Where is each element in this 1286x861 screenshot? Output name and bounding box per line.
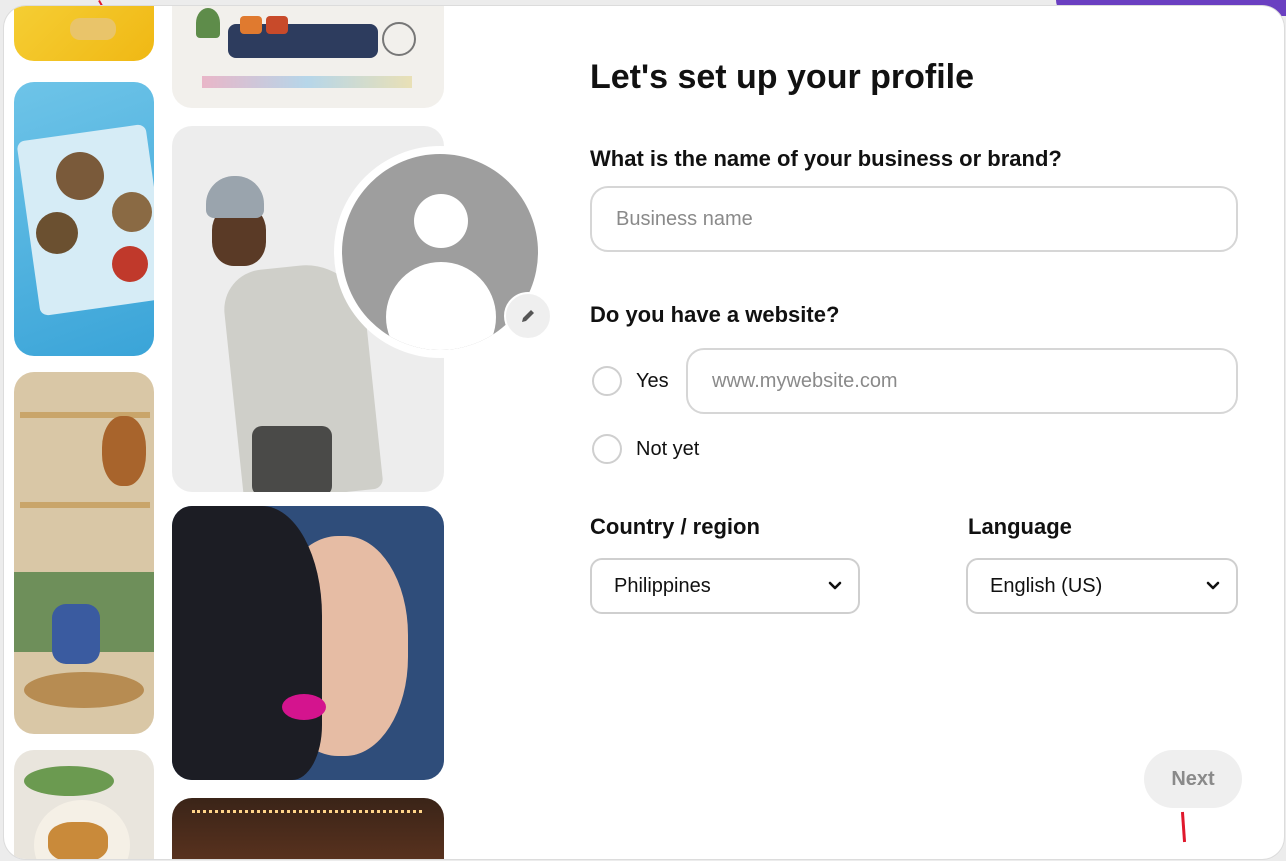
- edit-avatar-button[interactable]: [504, 292, 552, 340]
- website-yes-label: Yes: [636, 369, 669, 392]
- collage-image-living-room: [172, 6, 444, 108]
- collage-image-bunk-bed: [14, 372, 154, 734]
- page-title: Let's set up your profile: [590, 58, 975, 96]
- next-button[interactable]: Next: [1144, 750, 1242, 808]
- collage-image-bowl: [14, 750, 154, 859]
- country-label: Country / region: [590, 514, 760, 539]
- chevron-down-icon: [1206, 581, 1220, 590]
- business-name-input[interactable]: [590, 186, 1238, 252]
- country-select[interactable]: Philippines: [590, 558, 860, 614]
- website-not-yet-option[interactable]: Not yet: [592, 434, 699, 464]
- profile-setup-card: Let's set up your profile What is the na…: [4, 6, 1284, 859]
- website-not-yet-label: Not yet: [636, 437, 700, 460]
- website-not-yet-radio[interactable]: [592, 434, 622, 464]
- website-question-label: Do you have a website?: [590, 302, 840, 327]
- language-select[interactable]: English (US): [966, 558, 1238, 614]
- collage-image-food-tray: [14, 82, 154, 356]
- country-selected-value: Philippines: [614, 574, 711, 597]
- website-yes-option[interactable]: Yes: [592, 366, 669, 396]
- collage-image-woman: [172, 506, 444, 780]
- language-selected-value: English (US): [990, 574, 1103, 597]
- website-url-input[interactable]: [686, 348, 1238, 414]
- collage-image-night-market: [172, 798, 444, 859]
- chevron-down-icon: [828, 581, 842, 590]
- pencil-icon: [522, 310, 534, 322]
- website-yes-radio[interactable]: [592, 366, 622, 396]
- language-label: Language: [968, 514, 1072, 539]
- collage-image-toy: [14, 6, 154, 61]
- business-name-label: What is the name of your business or bra…: [590, 146, 1062, 171]
